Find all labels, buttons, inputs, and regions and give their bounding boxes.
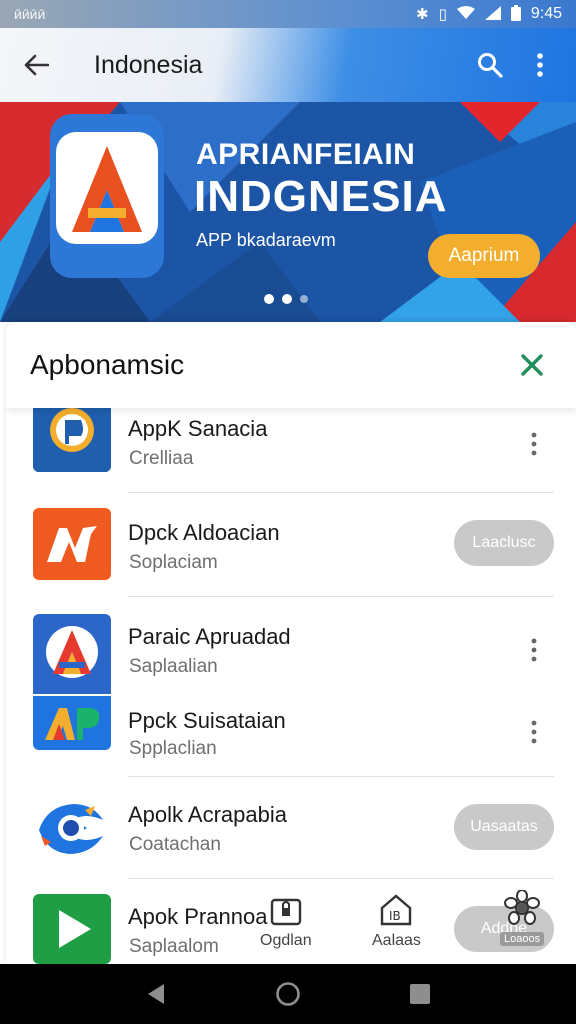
home-ib-icon: IB [381, 894, 412, 926]
app-category: Soplaciam [129, 552, 218, 573]
list-item[interactable]: Paraic Apruadad Saplaalian [6, 614, 576, 698]
banner-title-line1: APRIANFEIAIN [196, 138, 416, 171]
more-vert-icon[interactable] [518, 630, 550, 670]
banner-subtitle: APP bkadaraevm [196, 230, 336, 250]
app-category: Saplaalian [129, 656, 218, 677]
tab-label: Ogdlan [260, 932, 312, 949]
app-icon [33, 508, 111, 580]
gear-flower-icon [504, 890, 541, 925]
status-left-text: ӣӣӣӣ [14, 6, 46, 22]
app-icon [33, 402, 111, 472]
status-icons: ✱ ▯ 9:45 [416, 4, 562, 24]
list-item[interactable]: Apolk Acrapabia Coatachan Uasaatas [6, 792, 576, 882]
sheet-header: Apbonamsic [6, 322, 576, 408]
page-title: Indonesia [94, 50, 203, 79]
carousel-dot[interactable] [282, 294, 292, 304]
app-name: AppK Sanacia [128, 416, 268, 441]
more-vert-icon[interactable] [518, 424, 550, 464]
list-item[interactable]: AppK Sanacia Crelliaa [6, 402, 576, 492]
app-icon [33, 696, 111, 750]
banner-title-line2: INDGNESIA [194, 172, 448, 221]
more-vert-icon[interactable] [522, 47, 558, 83]
bottom-tab-bar: Ogdlan IB Aalaas Loaoos [6, 888, 576, 964]
battery-icon [510, 4, 521, 24]
tab-loaoos[interactable]: Loaoos [500, 890, 545, 946]
tab-label: Aalaas [372, 932, 421, 949]
search-icon[interactable] [472, 47, 508, 83]
more-vert-icon[interactable] [518, 712, 550, 752]
carousel-indicator [264, 294, 308, 304]
app-list-sheet: Apbonamsic AppK Sanacia Crelliaa Dpck Al… [6, 322, 576, 964]
app-category: Crelliaa [129, 448, 194, 469]
system-nav-bar [0, 964, 576, 1024]
app-category: Coatachan [129, 834, 221, 855]
vibrate-icon: ▯ [438, 5, 447, 23]
bluetooth-icon: ✱ [416, 5, 429, 23]
tab-label: Loaoos [500, 932, 545, 946]
list-item[interactable]: Ppck Suisataian Spplaclian [6, 696, 576, 776]
divider [128, 878, 554, 879]
app-icon [33, 792, 111, 864]
back-arrow-icon[interactable] [18, 47, 54, 83]
close-x-icon[interactable] [512, 345, 552, 385]
tab-aalaas[interactable]: IB Aalaas [372, 894, 421, 950]
app-action-button[interactable]: Laaclusc [454, 520, 554, 566]
app-icon [33, 614, 111, 694]
app-name: Paraic Apruadad [128, 624, 291, 649]
banner-cta-button[interactable]: Aaprium [428, 234, 540, 278]
sheet-title: Apbonamsic [30, 349, 185, 380]
wifi-icon [456, 5, 475, 23]
app-action-button[interactable]: Uasaatas [454, 804, 554, 850]
banner-app-logo [46, 110, 168, 282]
divider [128, 776, 554, 777]
app-name: Apolk Acrapabia [128, 802, 287, 827]
app-name: Dpck Aldoacian [128, 520, 280, 545]
app-name: Ppck Suisataian [128, 708, 286, 733]
divider [128, 492, 554, 493]
status-bar: ӣӣӣӣ ✱ ▯ 9:45 [0, 0, 576, 28]
signal-icon [484, 5, 501, 23]
list-item[interactable]: Dpck Aldoacian Soplaciam Laaclusc [6, 508, 576, 598]
recents-square-icon[interactable] [400, 974, 440, 1014]
status-time: 9:45 [530, 5, 562, 22]
tab-ogdlan[interactable]: Ogdlan [260, 894, 312, 950]
back-triangle-icon[interactable] [136, 974, 176, 1014]
divider [128, 596, 554, 597]
promo-banner[interactable]: APRIANFEIAIN INDGNESIA APP bkadaraevm Aa… [0, 102, 576, 322]
app-bar: Indonesia [0, 28, 576, 102]
home-circle-icon[interactable] [268, 974, 308, 1014]
carousel-dot-active[interactable] [264, 294, 274, 304]
svg-text:IB: IB [389, 909, 401, 923]
app-category: Spplaclian [129, 738, 217, 759]
lock-bag-icon [270, 898, 301, 926]
carousel-dot[interactable] [300, 295, 308, 303]
